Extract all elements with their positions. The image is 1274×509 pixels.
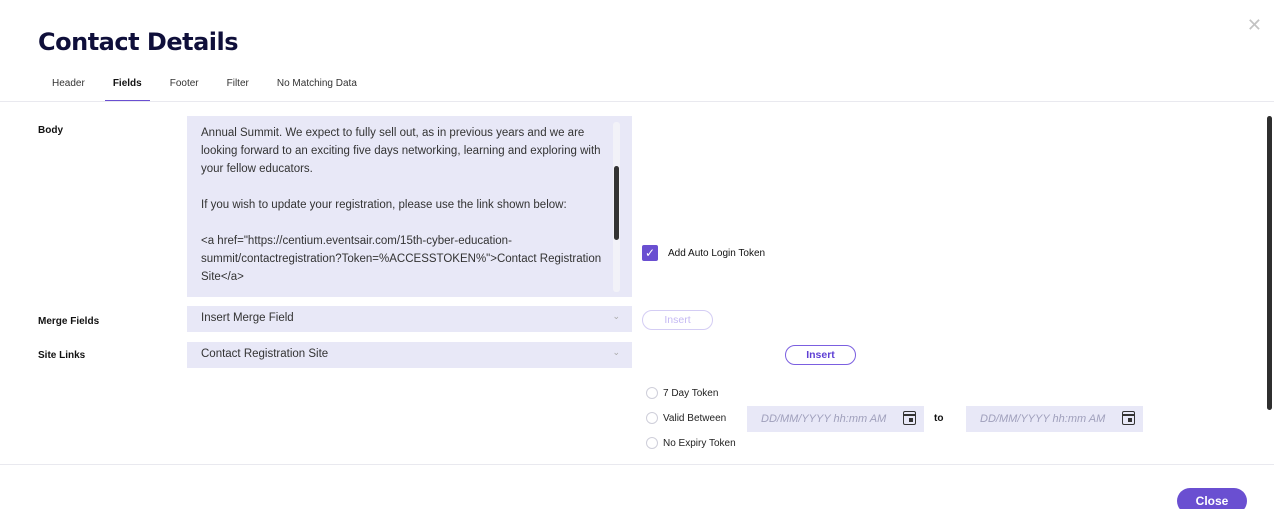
site-link-select[interactable]: Contact Registration Site ⌄ <box>187 342 632 368</box>
page-scrollbar[interactable] <box>1267 116 1272 410</box>
seven-day-label: 7 Day Token <box>663 388 719 399</box>
tab-fields[interactable]: Fields <box>104 70 150 102</box>
close-icon[interactable]: ✕ <box>1247 16 1262 34</box>
tab-header[interactable]: Header <box>52 70 85 102</box>
valid-between-label: Valid Between <box>663 413 727 424</box>
auto-login-checkbox[interactable]: ✓ <box>642 245 658 261</box>
chevron-down-icon: ⌄ <box>612 311 620 321</box>
to-label: to <box>934 413 944 424</box>
tab-footer[interactable]: Footer <box>170 70 199 102</box>
close-button[interactable]: Close <box>1177 488 1247 509</box>
body-label: Body <box>38 125 63 136</box>
merge-insert-button[interactable]: Insert <box>642 310 713 330</box>
date-to-input[interactable]: DD/MM/YYYY hh:mm AM <box>966 406 1143 432</box>
no-expiry-label: No Expiry Token <box>663 438 736 449</box>
tab-no-matching-data[interactable]: No Matching Data <box>277 70 357 102</box>
tab-bar: Header Fields Footer Filter No Matching … <box>52 70 385 102</box>
merge-fields-label: Merge Fields <box>38 316 100 327</box>
calendar-icon[interactable] <box>903 411 916 425</box>
fields-panel: Body Annual Summit. We expect to fully s… <box>0 101 1274 465</box>
date-to-placeholder: DD/MM/YYYY hh:mm AM <box>980 413 1106 425</box>
radio-valid-between[interactable] <box>646 412 658 424</box>
site-insert-button[interactable]: Insert <box>785 345 856 365</box>
merge-field-select[interactable]: Insert Merge Field ⌄ <box>187 306 632 332</box>
site-link-value: Contact Registration Site <box>201 348 329 360</box>
body-paragraph: <a href="https://centium.eventsair.com/1… <box>201 235 602 283</box>
date-from-placeholder: DD/MM/YYYY hh:mm AM <box>761 413 887 425</box>
body-paragraph: If you wish to update your registration,… <box>201 199 567 211</box>
tab-filter[interactable]: Filter <box>227 70 249 102</box>
calendar-icon[interactable] <box>1122 411 1135 425</box>
date-from-input[interactable]: DD/MM/YYYY hh:mm AM <box>747 406 924 432</box>
chevron-down-icon: ⌄ <box>612 347 620 357</box>
body-paragraph: Annual Summit. We expect to fully sell o… <box>201 127 601 175</box>
site-links-label: Site Links <box>38 350 86 361</box>
radio-no-expiry[interactable] <box>646 437 658 449</box>
page-title: Contact Details <box>38 28 239 56</box>
merge-field-value: Insert Merge Field <box>201 312 294 324</box>
auto-login-label: Add Auto Login Token <box>668 248 766 259</box>
radio-seven-day[interactable] <box>646 387 658 399</box>
body-textarea[interactable]: Annual Summit. We expect to fully sell o… <box>187 116 632 297</box>
body-scrollbar[interactable] <box>614 166 619 240</box>
